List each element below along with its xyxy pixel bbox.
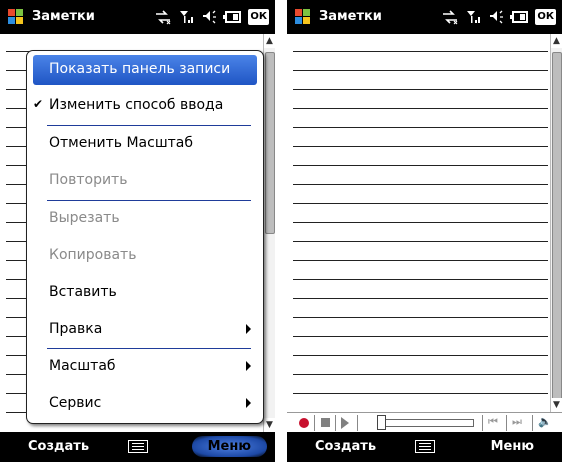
menu-item-show-recording-bar[interactable]: Показать панель записи [33, 55, 257, 85]
note-page[interactable]: ▲ ▼ ⏮ ⏭ 🔈 [287, 34, 562, 432]
divider [275, 0, 287, 462]
title-bar: Заметки ОК [0, 0, 275, 34]
ok-button[interactable]: ОК [535, 9, 556, 25]
submenu-arrow-icon [246, 398, 251, 408]
menu-item-tools[interactable]: Сервис [27, 387, 263, 421]
volume-icon[interactable]: 🔈 [538, 415, 552, 428]
app-title: Заметки [319, 9, 382, 24]
record-icon[interactable] [299, 418, 309, 428]
left-screen: Заметки ОК ▲ ▼ Показать панель записи ✔ … [0, 0, 275, 462]
scroll-down-icon[interactable]: ▼ [551, 398, 562, 412]
scrollbar-thumb[interactable] [265, 52, 275, 234]
new-softkey[interactable]: Создать [28, 439, 89, 454]
volume-icon[interactable] [489, 9, 504, 25]
vertical-scrollbar[interactable]: ▲ ▼ [550, 34, 562, 412]
skip-back-icon[interactable]: ⏮ [488, 415, 498, 429]
keyboard-icon[interactable] [127, 440, 148, 453]
slider-knob[interactable] [377, 415, 386, 430]
softkey-bar: Создать Меню [287, 432, 562, 462]
vertical-scrollbar[interactable]: ▲ ▼ [263, 34, 275, 432]
menu-item-paste[interactable]: Вставить [27, 276, 263, 310]
windows-logo-icon[interactable] [295, 9, 311, 25]
menu-separator [47, 200, 251, 201]
windows-logo-icon[interactable] [8, 9, 24, 25]
stop-icon[interactable] [321, 418, 330, 427]
submenu-arrow-icon [246, 324, 251, 334]
menu-item-cut[interactable]: Вырезать [27, 202, 263, 236]
menu-separator [47, 348, 251, 349]
skip-forward-icon[interactable]: ⏭ [512, 415, 522, 429]
menu-softkey[interactable]: Меню [191, 436, 267, 457]
signal-icon[interactable] [466, 9, 482, 25]
play-icon[interactable] [341, 417, 349, 429]
ok-button[interactable]: ОК [248, 9, 269, 25]
new-softkey[interactable]: Создать [315, 439, 376, 454]
menu-item-change-input[interactable]: ✔ Изменить способ ввода [27, 89, 263, 123]
volume-icon[interactable] [202, 9, 217, 25]
menu-item-zoom[interactable]: Масштаб [27, 350, 263, 384]
menu-item-copy[interactable]: Копировать [27, 239, 263, 273]
title-bar: Заметки ОК [287, 0, 562, 34]
menu-item-edit[interactable]: Правка [27, 313, 263, 347]
battery-icon[interactable] [510, 9, 529, 25]
status-icons: ОК [441, 8, 556, 26]
scroll-up-icon[interactable]: ▲ [264, 34, 275, 48]
connectivity-icon[interactable] [154, 9, 172, 25]
connectivity-icon[interactable] [441, 9, 459, 25]
context-menu: Показать панель записи ✔ Изменить способ… [26, 50, 264, 424]
scroll-down-icon[interactable]: ▼ [264, 418, 275, 432]
position-slider[interactable] [380, 419, 474, 427]
signal-icon[interactable] [179, 9, 195, 25]
recording-toolbar: ⏮ ⏭ 🔈 [287, 412, 562, 432]
ruled-lines [293, 34, 548, 432]
right-screen: Заметки ОК ▲ ▼ ⏮ ⏭ 🔈 Создать Меню [287, 0, 562, 462]
menu-softkey[interactable]: Меню [491, 439, 534, 454]
app-title: Заметки [32, 9, 95, 24]
status-icons: ОК [154, 8, 269, 26]
scroll-up-icon[interactable]: ▲ [551, 34, 562, 48]
submenu-arrow-icon [246, 361, 251, 371]
menu-separator [47, 125, 251, 126]
battery-icon[interactable] [223, 9, 242, 25]
keyboard-icon[interactable] [414, 440, 435, 453]
menu-item-undo-zoom[interactable]: Отменить Масштаб [27, 127, 263, 161]
menu-item-redo[interactable]: Повторить [27, 164, 263, 198]
check-icon: ✔ [33, 97, 44, 111]
scrollbar-thumb[interactable] [552, 52, 562, 404]
softkey-bar: Создать Меню [0, 432, 275, 462]
